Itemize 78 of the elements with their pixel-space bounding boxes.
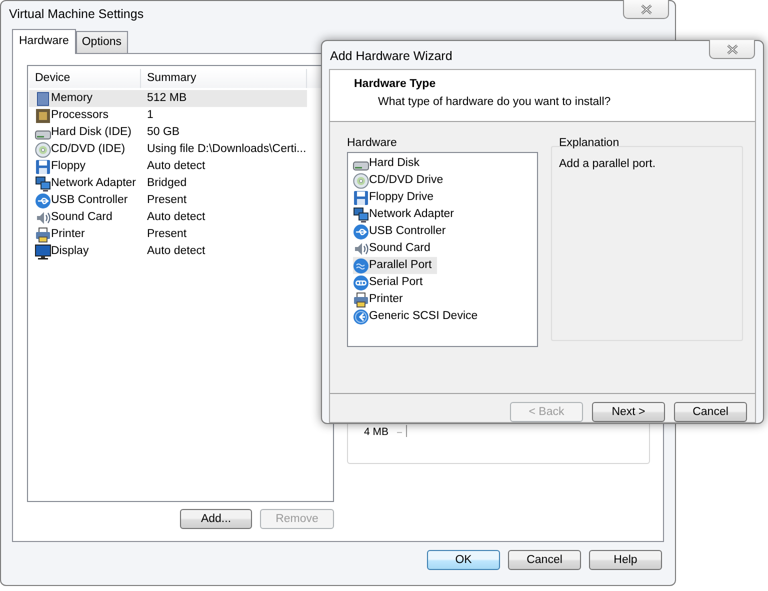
group-label: Hardware: [347, 136, 398, 151]
list-item[interactable]: Printer: [353, 291, 408, 308]
wizard-heading: Hardware Type: [354, 77, 437, 92]
list-item[interactable]: Generic SCSI Device: [353, 308, 483, 326]
table-cell-text: Display: [51, 244, 89, 259]
close-icon: [640, 4, 652, 14]
list-item[interactable]: CD/DVD Drive: [353, 172, 448, 190]
table-cell-text: CD/DVD (IDE): [51, 142, 126, 157]
chip-icon: [35, 108, 51, 124]
button[interactable]: Help: [589, 550, 662, 570]
printer-icon: [353, 292, 369, 308]
table-cell-text: USB Controller: [51, 192, 128, 208]
table-row[interactable]: Printer Present: [29, 226, 307, 243]
memory-module-icon: [35, 90, 51, 106]
column-header[interactable]: Summary: [141, 69, 307, 88]
table-row[interactable]: CD/DVD (IDE) Using file D:\Downloads\Certi...: [29, 141, 307, 158]
table-cell-text: Bridged: [147, 176, 187, 191]
scale-label: 4 MB: [364, 425, 389, 440]
monitor-icon: [35, 244, 51, 260]
table-cell-text: Auto detect: [147, 158, 206, 174]
button[interactable]: OK: [427, 550, 500, 570]
wizard-subtitle: What type of hardware do you want to install?: [377, 95, 612, 110]
table-cell-text: Present: [147, 226, 187, 242]
list-item[interactable]: Hard Disk: [353, 155, 424, 172]
table-cell-text: Sound Card: [51, 210, 112, 225]
disc-icon: [353, 172, 369, 189]
computers-icon: [353, 206, 369, 223]
list-item[interactable]: Parallel Port: [353, 257, 437, 274]
table-cell-text: Auto detect: [147, 244, 206, 259]
table-cell-text: 50 GB: [147, 124, 180, 140]
group-label: Explanation: [558, 136, 620, 151]
speaker-icon: [353, 240, 369, 257]
list-item[interactable]: Sound Card: [353, 240, 436, 258]
list-item[interactable]: Floppy Drive: [353, 189, 439, 206]
table-cell-text: 1: [147, 108, 154, 123]
table-row[interactable]: Display Auto detect: [29, 243, 307, 260]
table-cell-text: Auto detect: [147, 210, 206, 225]
usb-icon: [35, 192, 51, 208]
table-cell-text: Present: [147, 192, 187, 208]
table-row[interactable]: Sound Card Auto detect: [29, 209, 307, 226]
table-row[interactable]: USB Controller Present: [29, 192, 307, 209]
computers-icon: [35, 176, 51, 192]
table-cell-text: Using file D:\Downloads\Certi...: [147, 142, 306, 157]
serial-port-icon: [353, 274, 369, 291]
button[interactable]: Cancel: [674, 402, 747, 422]
window-title: Add Hardware Wizard: [329, 48, 454, 65]
scsi-icon: [353, 308, 369, 325]
explanation-text: Add a parallel port.: [559, 157, 657, 172]
usb-icon: [353, 224, 369, 240]
tab[interactable]: Options: [76, 30, 128, 53]
table-cell-text: Hard Disk (IDE): [51, 124, 132, 140]
table-cell-text: 512 MB: [147, 90, 187, 106]
table-cell-text: Processors: [51, 108, 109, 123]
table-row[interactable]: Processors 1: [29, 107, 307, 124]
button[interactable]: Next >: [592, 402, 665, 422]
table-row[interactable]: Hard Disk (IDE) 50 GB: [29, 124, 307, 141]
table-cell-text: Memory: [51, 90, 93, 106]
window-title: Virtual Machine Settings: [8, 6, 145, 23]
tab[interactable]: Hardware: [12, 28, 76, 54]
button[interactable]: Add...: [180, 509, 252, 529]
speaker-icon: [35, 210, 51, 226]
table-cell-text: Network Adapter: [51, 176, 136, 191]
port-icon: [353, 258, 369, 274]
table-row[interactable]: Network Adapter Bridged: [29, 175, 307, 192]
list-item[interactable]: Network Adapter: [353, 206, 460, 224]
printer-icon: [35, 226, 51, 242]
button[interactable]: Cancel: [508, 550, 581, 570]
close-icon: [726, 44, 738, 54]
table-cell-text: Printer: [51, 226, 85, 242]
list-item[interactable]: Serial Port: [353, 274, 428, 292]
table-row[interactable]: Floppy Auto detect: [29, 158, 307, 175]
list-item[interactable]: USB Controller: [353, 223, 451, 240]
table-cell-text: Floppy: [51, 158, 86, 174]
close-button[interactable]: [623, 0, 669, 19]
close-button[interactable]: [709, 40, 755, 59]
disc-icon: [35, 142, 51, 158]
column-header[interactable]: Device: [29, 69, 141, 88]
table-row[interactable]: Memory 512 MB: [29, 90, 307, 107]
